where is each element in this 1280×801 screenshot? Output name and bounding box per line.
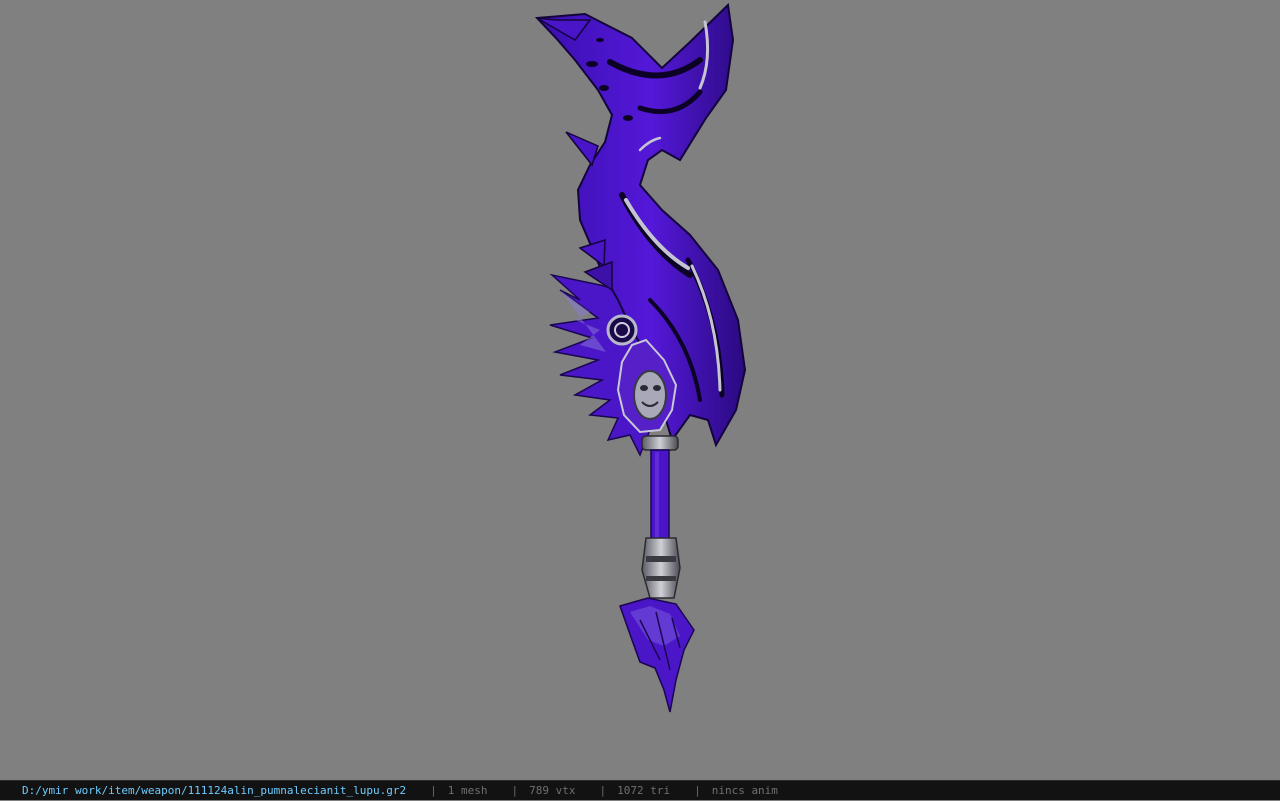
tassel [619,597,695,713]
3d-viewport[interactable] [0,0,1280,780]
mesh-count: 1 mesh [447,783,488,797]
weapon-model[interactable] [0,0,1280,780]
separator: | [599,783,607,797]
handle [650,449,670,543]
guard-ring [641,435,679,451]
triangle-count: 1072 tri [617,783,671,797]
file-path: D:/ymir work/item/weapon/111124alin_pumn… [22,783,407,797]
vertex-count: 789 vtx [529,783,576,797]
separator: | [430,783,437,797]
pommel [641,537,681,599]
animation-status: nincs anim [711,783,778,797]
status-bar: D:/ymir work/item/weapon/111124alin_pumn… [0,780,1280,800]
separator: | [511,783,519,797]
separator: | [694,783,701,797]
